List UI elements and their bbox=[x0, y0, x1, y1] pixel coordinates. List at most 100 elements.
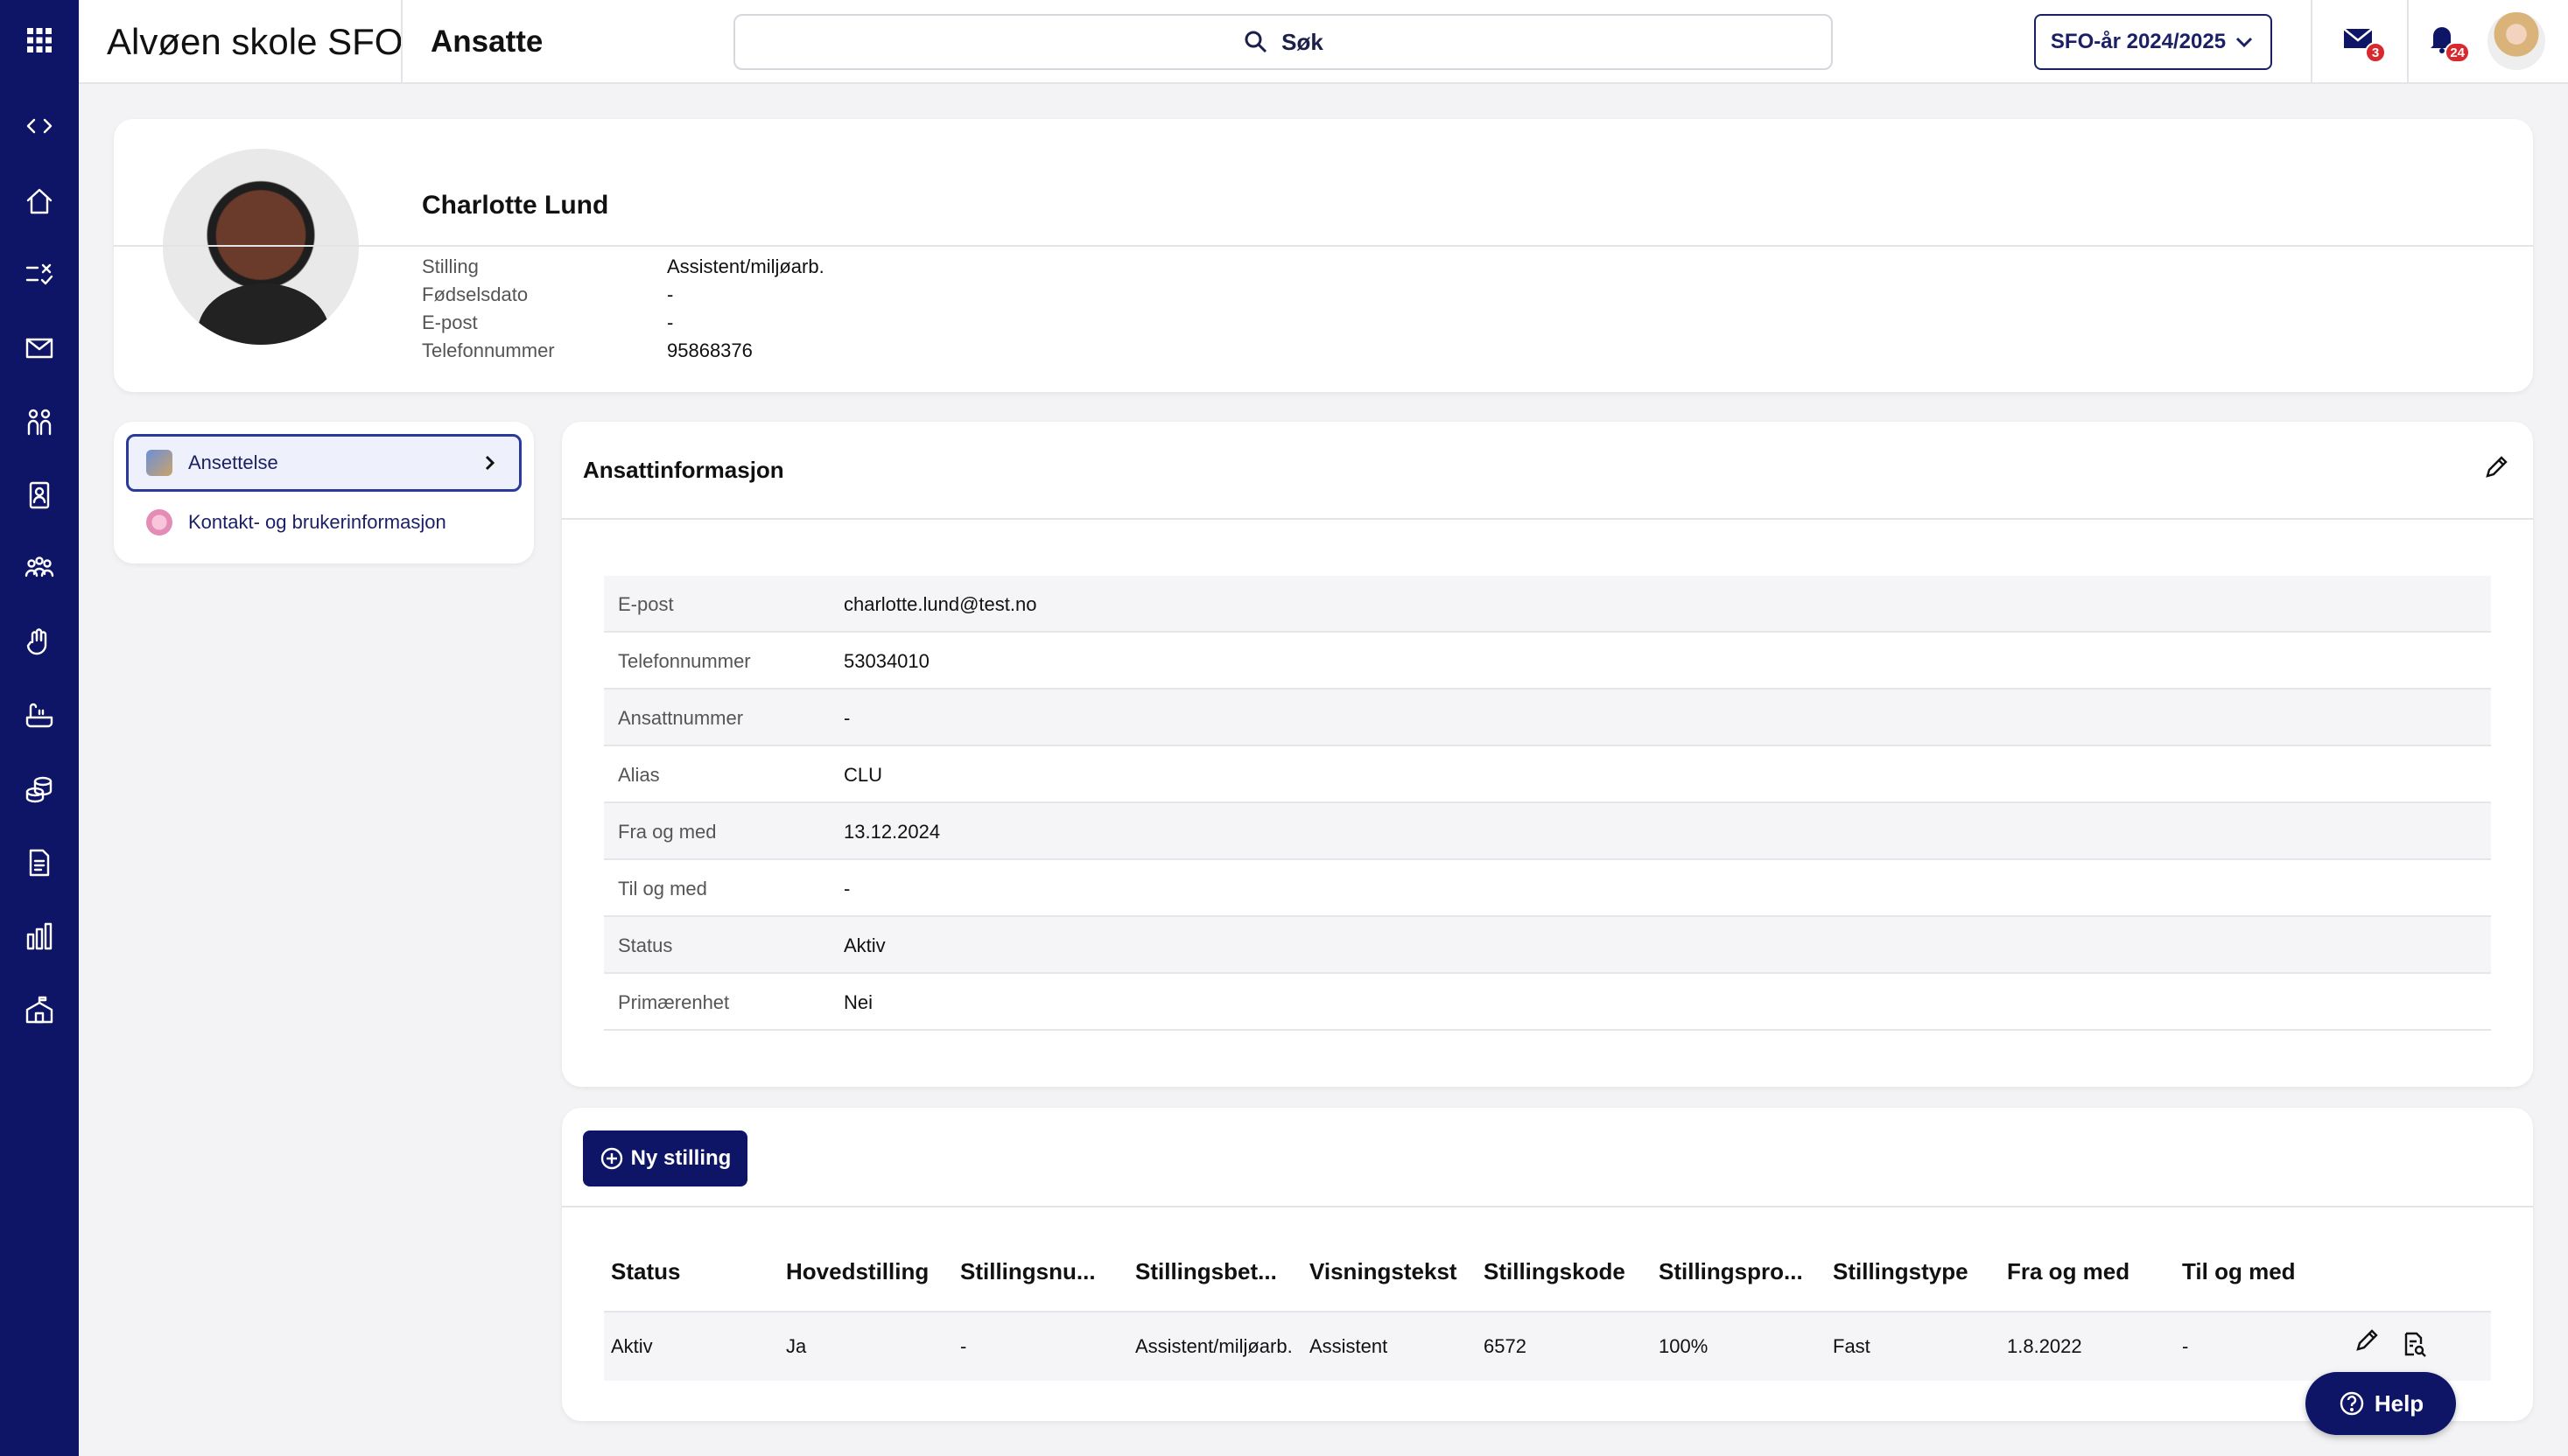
nav-item-ansettelse[interactable]: Ansettelse bbox=[126, 434, 522, 492]
info-value: - bbox=[844, 878, 851, 900]
id-badge-icon[interactable] bbox=[18, 474, 60, 516]
hand-icon[interactable] bbox=[18, 621, 60, 663]
info-row: Alias CLU bbox=[604, 746, 2491, 803]
table-row[interactable] bbox=[604, 1312, 2491, 1381]
messages-button[interactable]: 3 bbox=[2340, 21, 2386, 63]
profile-card: Charlotte Lund Stilling Assistent/miljøa… bbox=[114, 119, 2533, 392]
avatar[interactable] bbox=[2487, 12, 2545, 70]
info-label: Telefonnummer bbox=[618, 650, 751, 672]
profile-field-label: E-post bbox=[422, 312, 478, 333]
info-row: Fra og med 13.12.2024 bbox=[604, 803, 2491, 860]
profile-field-value: - bbox=[667, 312, 674, 333]
column-header[interactable]: Visningstekst bbox=[1309, 1258, 1457, 1285]
profile-field-label: Stilling bbox=[422, 256, 479, 277]
column-header[interactable]: Stillingstype bbox=[1833, 1258, 1968, 1285]
info-label: E-post bbox=[618, 593, 674, 615]
profile-name: Charlotte Lund bbox=[422, 191, 609, 220]
pencil-icon bbox=[2486, 456, 2508, 478]
top-bar: Alvøen skole SFO Ansatte Søk SFO-år 2024… bbox=[79, 0, 2568, 84]
divider bbox=[114, 245, 2533, 247]
info-row: Ansattnummer - bbox=[604, 690, 2491, 746]
column-header[interactable]: Stillingsbet... bbox=[1135, 1258, 1277, 1285]
year-selector-label: SFO-år 2024/2025 bbox=[2050, 30, 2227, 53]
profile-photo bbox=[163, 149, 359, 345]
search-input[interactable]: Søk bbox=[733, 14, 1833, 70]
edit-row-button[interactable] bbox=[2353, 1326, 2384, 1358]
info-label: Ansattnummer bbox=[618, 707, 744, 729]
info-label: Fra og med bbox=[618, 821, 717, 843]
bar-chart-icon[interactable] bbox=[18, 915, 60, 957]
chevron-down-icon bbox=[2236, 37, 2253, 48]
search-icon bbox=[1245, 31, 1267, 53]
nav-item-kontakt[interactable]: Kontakt- og brukerinformasjon bbox=[126, 494, 522, 551]
positions-card: Ny stilling Status Hovedstilling Stillin… bbox=[562, 1108, 2533, 1421]
profile-field-label: Telefonnummer bbox=[422, 340, 555, 361]
column-header[interactable]: Stillingskode bbox=[1484, 1258, 1625, 1285]
mail-icon[interactable] bbox=[18, 327, 60, 369]
year-selector[interactable]: SFO-år 2024/2025 bbox=[2034, 14, 2272, 70]
apps-grid-icon[interactable] bbox=[18, 19, 60, 61]
table-cell: 1.8.2022 bbox=[2007, 1335, 2082, 1357]
employment-icon bbox=[146, 450, 172, 476]
document-icon[interactable] bbox=[18, 842, 60, 884]
info-row: Primærenhet Nei bbox=[604, 974, 2491, 1031]
coins-icon[interactable] bbox=[18, 768, 60, 810]
table-cell: - bbox=[960, 1335, 967, 1357]
side-navigation bbox=[0, 0, 79, 1456]
info-row: Status Aktiv bbox=[604, 917, 2491, 974]
info-value: Nei bbox=[844, 991, 874, 1013]
column-header[interactable]: Til og med bbox=[2182, 1258, 2296, 1285]
profile-field-value: 95868376 bbox=[667, 340, 753, 361]
column-header[interactable]: Stillingspro... bbox=[1659, 1258, 1803, 1285]
info-label: Primærenhet bbox=[618, 991, 730, 1013]
info-value: CLU bbox=[844, 764, 883, 786]
new-position-button[interactable]: Ny stilling bbox=[583, 1130, 747, 1186]
contact-icon bbox=[146, 509, 172, 536]
employee-section-nav: Ansettelse Kontakt- og brukerinformasjon bbox=[114, 422, 534, 564]
table-cell: Ja bbox=[786, 1335, 807, 1357]
profile-field-label: Fødselsdato bbox=[422, 284, 529, 305]
info-row: Telefonnummer 53034010 bbox=[604, 633, 2491, 690]
edit-button[interactable] bbox=[2482, 453, 2514, 485]
table-cell: Assistent bbox=[1309, 1335, 1388, 1357]
info-label: Status bbox=[618, 934, 673, 956]
groups-icon[interactable] bbox=[18, 401, 60, 443]
profile-field-value: - bbox=[667, 284, 674, 305]
column-header[interactable]: Hovedstilling bbox=[786, 1258, 929, 1285]
divider bbox=[2311, 0, 2312, 84]
profile-field-value: Assistent/miljøarb. bbox=[667, 256, 824, 277]
info-value: 13.12.2024 bbox=[844, 821, 941, 843]
divider bbox=[401, 0, 403, 84]
new-position-label: Ny stilling bbox=[630, 1146, 732, 1170]
info-label: Til og med bbox=[618, 878, 707, 900]
column-header[interactable]: Fra og med bbox=[2007, 1258, 2129, 1285]
info-row: Til og med - bbox=[604, 860, 2491, 917]
divider bbox=[2407, 0, 2409, 84]
table-cell: 100% bbox=[1659, 1335, 1708, 1357]
help-button[interactable]: Help bbox=[2305, 1372, 2456, 1435]
table-cell: Aktiv bbox=[611, 1335, 653, 1357]
tasks-icon[interactable] bbox=[18, 254, 60, 296]
search-label: Søk bbox=[1281, 28, 1323, 55]
section-title: Ansattinformasjon bbox=[583, 457, 784, 483]
notifications-button[interactable]: 24 bbox=[2424, 21, 2470, 63]
info-value: Aktiv bbox=[844, 934, 886, 956]
people-icon[interactable] bbox=[18, 548, 60, 590]
info-label: Alias bbox=[618, 764, 660, 786]
bath-icon[interactable] bbox=[18, 695, 60, 737]
column-header[interactable]: Stillingsnu... bbox=[960, 1258, 1096, 1285]
home-icon[interactable] bbox=[18, 180, 60, 222]
plus-circle-icon bbox=[600, 1147, 622, 1170]
pencil-icon bbox=[2356, 1329, 2378, 1351]
table-cell: Fast bbox=[1833, 1335, 1870, 1357]
page-title: Ansatte bbox=[431, 24, 544, 59]
info-value: charlotte.lund@test.no bbox=[844, 593, 1037, 615]
column-header[interactable]: Status bbox=[611, 1258, 680, 1285]
app-title[interactable]: Alvøen skole SFO bbox=[107, 0, 403, 84]
school-icon[interactable] bbox=[18, 989, 60, 1031]
table-cell: 6572 bbox=[1484, 1335, 1526, 1357]
nav-item-label: Kontakt- og brukerinformasjon bbox=[188, 511, 446, 533]
info-value: 53034010 bbox=[844, 650, 930, 672]
expand-collapse-icon[interactable] bbox=[18, 105, 60, 147]
view-row-button[interactable] bbox=[2400, 1330, 2431, 1362]
